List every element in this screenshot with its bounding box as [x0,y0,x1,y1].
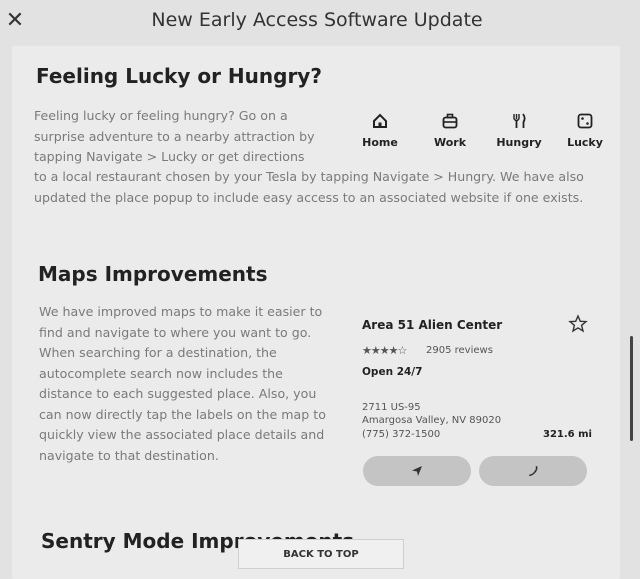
opening-hours: Open 24/7 [362,366,423,378]
briefcase-icon [442,113,458,129]
page-title: New Early Access Software Update [151,9,483,31]
header-bar: ✕ New Early Access Software Update [0,0,640,44]
lucky-description-part1: Feeling lucky or feeling hungry? Go on a… [34,108,315,164]
address-line1: 2711 US-95 [362,402,421,413]
section-heading-lucky: Feeling Lucky or Hungry? [36,64,322,88]
call-button[interactable] [479,456,587,486]
address-line2: Amargosa Valley, NV 89020 [362,415,502,426]
review-count: 2905 reviews [426,345,493,356]
place-name: Area 51 Alien Center [362,318,503,332]
shortcut-home[interactable]: Home [350,112,410,149]
navigate-shortcuts: Home Work Hungry Lucky [350,112,610,162]
maps-description: We have improved maps to make it easier … [39,304,326,463]
phone-icon [529,466,538,477]
place-popup: Area 51 Alien Center ★★★★☆ 2905 reviews … [360,314,600,494]
back-to-top-button[interactable]: BACK TO TOP [238,539,404,569]
shortcut-work[interactable]: Work [420,112,480,149]
distance: 321.6 mi [543,429,592,440]
home-icon [373,113,387,128]
shortcut-hungry[interactable]: Hungry [489,112,549,149]
navigate-arrow-icon [412,466,422,476]
lucky-description-part2: to a local restaurant chosen by your Tes… [34,169,584,205]
shortcut-lucky[interactable]: Lucky [555,112,615,149]
favorite-star-icon[interactable] [568,314,588,334]
fork-knife-icon [513,113,526,128]
section-heading-maps: Maps Improvements [38,262,268,286]
shortcut-label: Lucky [567,136,603,149]
scrollbar[interactable] [630,336,633,441]
phone-number: (775) 372-1500 [362,429,441,440]
shortcut-label: Work [433,136,467,149]
rating-stars: ★★★★☆ [362,344,407,357]
navigate-button[interactable] [363,456,471,486]
shortcut-label: Hungry [496,136,542,149]
dice-icon [577,113,593,129]
shortcut-label: Home [362,136,398,149]
release-notes-panel: Feeling Lucky or Hungry? Feeling lucky o… [12,46,620,579]
